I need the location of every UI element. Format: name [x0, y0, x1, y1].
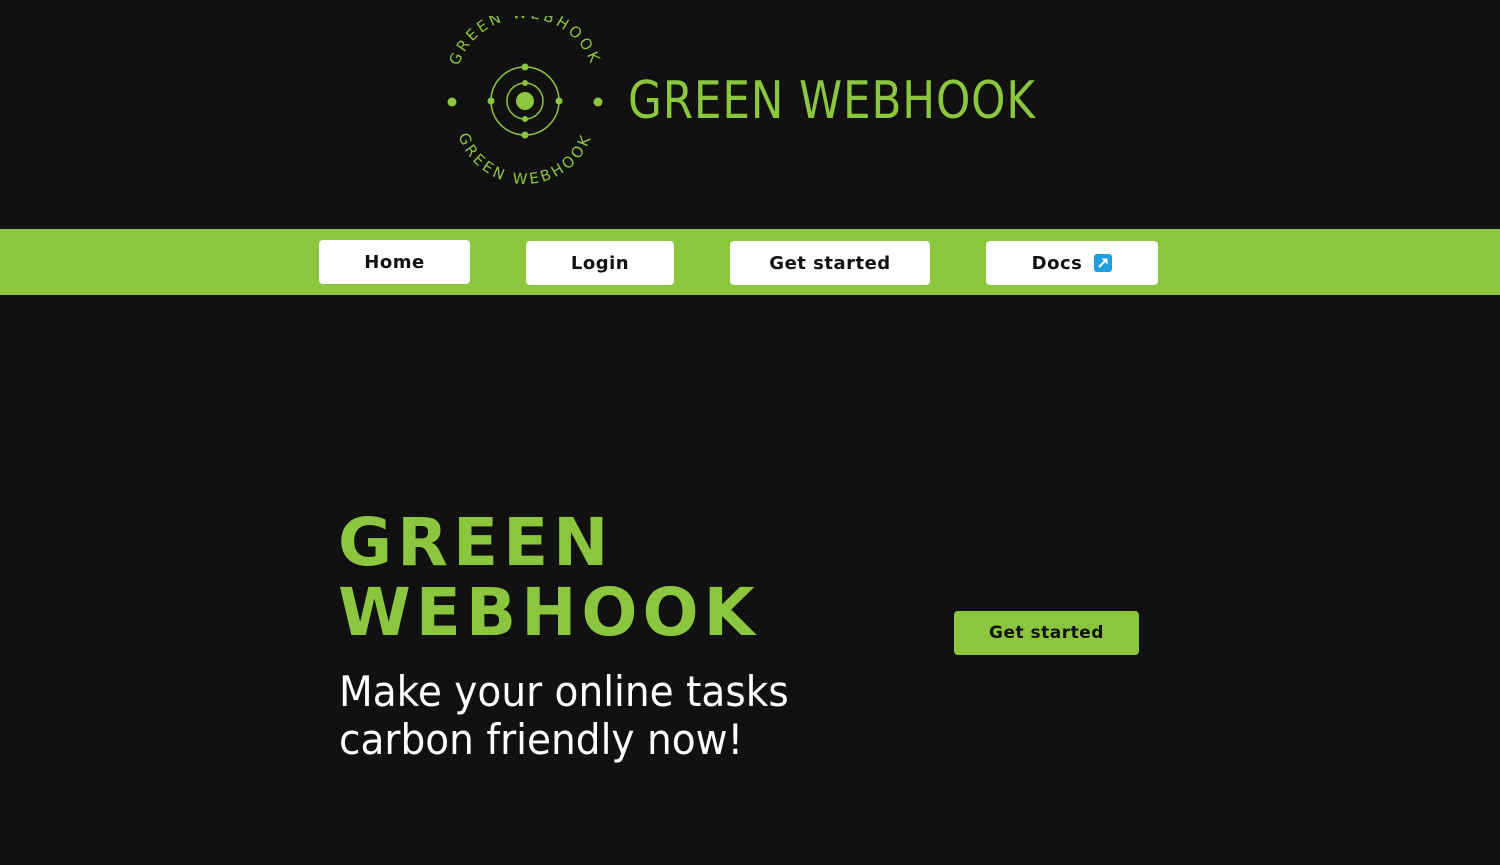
logo-seal[interactable]: GREEN WEBHOOK GREEN WEBHOOK	[440, 16, 610, 186]
nav-docs-label: Docs	[1031, 252, 1083, 274]
landing-page: GREEN WEBHOOK GREEN WEBHOOK GREEN WEBHOO…	[0, 0, 1500, 865]
seal-text-top: GREEN WEBHOOK	[445, 16, 601, 68]
orbit-icon	[487, 63, 563, 139]
seal-text-bottom: GREEN WEBHOOK	[454, 130, 592, 186]
hero-title-line1: GREEN	[338, 504, 614, 581]
hero-subtitle-line2: carbon friendly now!	[339, 715, 744, 764]
nav-get-started-button[interactable]: Get started	[730, 241, 930, 285]
nav-login-label: Login	[570, 252, 630, 274]
nav-get-started-label: Get started	[769, 252, 891, 274]
external-link-icon	[1094, 254, 1113, 272]
brand-name[interactable]: GREEN WEBHOOK	[628, 66, 1036, 136]
nav-bar: Home Login Get started Docs	[0, 229, 1500, 295]
svg-text:GREEN WEBHOOK: GREEN WEBHOOK	[454, 130, 595, 186]
hero-get-started-button[interactable]: Get started	[954, 611, 1139, 655]
nav-home-label: Home	[364, 251, 425, 273]
hero-title: GREEN WEBHOOK	[338, 508, 760, 648]
seal-dot-right	[593, 97, 603, 107]
nav-docs-button[interactable]: Docs	[986, 241, 1158, 285]
hero-get-started-label: Get started	[989, 623, 1104, 643]
hero-subtitle: Make your online tasks carbon friendly n…	[339, 668, 860, 764]
seal-dot-left	[447, 97, 457, 107]
nav-home-button[interactable]: Home	[319, 240, 470, 284]
nav-login-button[interactable]: Login	[526, 241, 674, 285]
hero-title-line2: WEBHOOK	[338, 574, 760, 651]
hero-subtitle-line1: Make your online tasks	[339, 667, 789, 716]
svg-text:GREEN WEBHOOK: GREEN WEBHOOK	[445, 16, 604, 68]
site-header: GREEN WEBHOOK GREEN WEBHOOK GREEN WEBHOO…	[0, 0, 1500, 229]
